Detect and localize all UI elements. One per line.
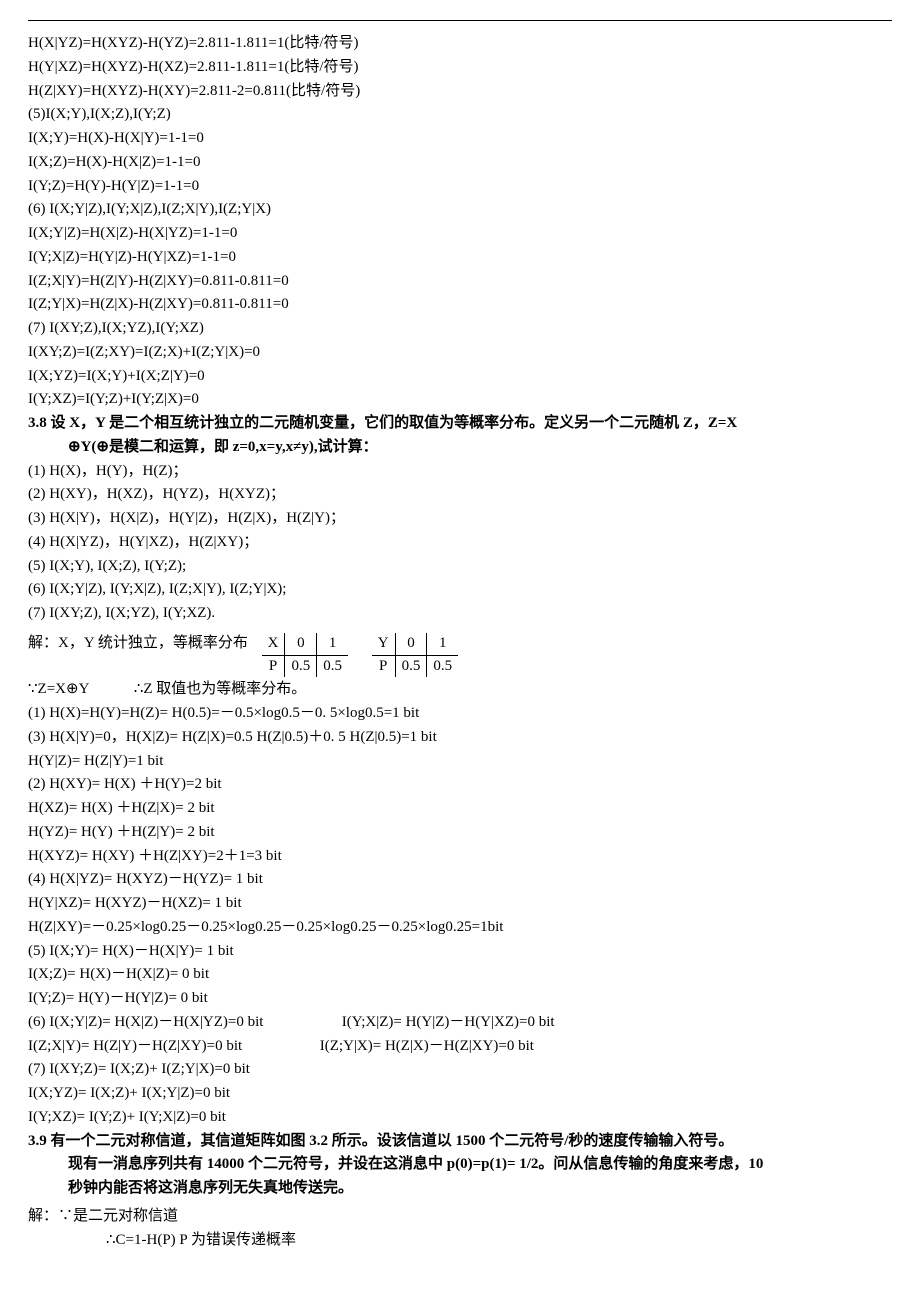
table-cell: X — [262, 633, 285, 655]
eq-line: I(Y;Z)=H(Y)-H(Y|Z)=1-1=0 — [28, 176, 892, 198]
eq-line: (6) I(X;Y|Z)= H(X|Z)－H(X|YZ)=0 bit — [28, 1012, 338, 1034]
eq-line: H(Z|XY)=H(XYZ)-H(XY)=2.811-2=0.811(比特/符号… — [28, 81, 892, 103]
eq-line: I(Z;Y|X)=H(Z|X)-H(Z|XY)=0.811-0.811=0 — [28, 294, 892, 316]
table-cell: 1 — [427, 633, 458, 655]
table-cell: 1 — [317, 633, 348, 655]
eq-line: H(YZ)= H(Y) ＋H(Z|Y)= 2 bit — [28, 822, 892, 844]
eq-line: I(Y;X|Z)= H(Y|Z)－H(Y|XZ)=0 bit — [342, 1014, 555, 1030]
solution-intro-text: 解：X，Y 统计独立，等概率分布 — [28, 635, 248, 651]
eq-line: H(X|YZ)=H(XYZ)-H(YZ)=2.811-1.811=1(比特/符号… — [28, 33, 892, 55]
eq-line: (2) H(XY)= H(X) ＋H(Y)=2 bit — [28, 774, 892, 796]
subheading: (6) I(X;Y|Z),I(Y;X|Z),I(Z;X|Y),I(Z;Y|X) — [28, 199, 892, 221]
problem-heading-3-8-cont: ⊕Y(⊕是模二和运算，即 z=0,x=y,x≠y),试计算： — [68, 437, 892, 459]
problem-heading-3-9-cont: 现有一消息序列共有 14000 个二元符号，并设在这消息中 p(0)=p(1)=… — [68, 1154, 892, 1176]
eq-line: (7) I(XY;Z)= I(X;Z)+ I(Z;Y|X)=0 bit — [28, 1059, 892, 1081]
table-cell: 0.5 — [317, 655, 348, 677]
eq-line: I(X;Y)=H(X)-H(X|Y)=1-1=0 — [28, 128, 892, 150]
solution-intro: 解：X，Y 统计独立，等概率分布 X 0 1 P 0.5 0.5 Y 0 1 P… — [28, 633, 892, 678]
prob-table-y: Y 0 1 P 0.5 0.5 — [372, 633, 458, 678]
problem-heading-3-9: 3.9 有一个二元对称信道，其信道矩阵如图 3.2 所示。设该信道以 1500 … — [28, 1131, 892, 1153]
page-top-line — [28, 20, 892, 21]
eq-line: (5) I(X;Y)= H(X)－H(X|Y)= 1 bit — [28, 941, 892, 963]
question-item: (3) H(X|Y)，H(X|Z)，H(Y|Z)，H(Z|X)，H(Z|Y)； — [28, 508, 892, 530]
table-cell: P — [262, 655, 285, 677]
table-cell: 0.5 — [395, 655, 427, 677]
problem-heading-3-8: 3.8 设 X，Y 是二个相互统计独立的二元随机变量，它们的取值为等概率分布。定… — [28, 413, 892, 435]
eq-line: H(Y|Z)= H(Z|Y)=1 bit — [28, 751, 892, 773]
table-cell: Y — [372, 633, 395, 655]
eq-line: I(Y;XZ)=I(Y;Z)+I(Y;Z|X)=0 — [28, 389, 892, 411]
eq-line-pair: I(Z;X|Y)= H(Z|Y)－H(Z|XY)=0 bit I(Z;Y|X)=… — [28, 1036, 892, 1058]
prob-table-x: X 0 1 P 0.5 0.5 — [262, 633, 348, 678]
eq-line: I(Y;X|Z)=H(Y|Z)-H(Y|XZ)=1-1=0 — [28, 247, 892, 269]
table-cell: 0.5 — [285, 655, 317, 677]
eq-line: I(X;YZ)= I(X;Z)+ I(X;Y|Z)=0 bit — [28, 1083, 892, 1105]
eq-line: I(X;Z)=H(X)-H(X|Z)=1-1=0 — [28, 152, 892, 174]
eq-line-pair: (6) I(X;Y|Z)= H(X|Z)－H(X|YZ)=0 bit I(Y;X… — [28, 1012, 892, 1034]
question-item: (2) H(XY)，H(XZ)，H(YZ)，H(XYZ)； — [28, 484, 892, 506]
eq-line: ∵Z=X⊕Y ∴Z 取值也为等概率分布。 — [28, 679, 892, 701]
eq-line: I(XY;Z)=I(Z;XY)=I(Z;X)+I(Z;Y|X)=0 — [28, 342, 892, 364]
eq-line: I(X;Y|Z)=H(X|Z)-H(X|YZ)=1-1=0 — [28, 223, 892, 245]
eq-line: I(Z;Y|X)= H(Z|X)－H(Z|XY)=0 bit — [320, 1038, 534, 1054]
problem-heading-3-9-cont: 秒钟内能否将这消息序列无失真地传送完。 — [68, 1178, 892, 1200]
eq-line: (3) H(X|Y)=0，H(X|Z)= H(Z|X)=0.5 H(Z|0.5)… — [28, 727, 892, 749]
eq-line: I(Y;XZ)= I(Y;Z)+ I(Y;X|Z)=0 bit — [28, 1107, 892, 1129]
solution-line: 解：∵是二元对称信道 — [28, 1206, 892, 1228]
eq-line: (4) H(X|YZ)= H(XYZ)－H(YZ)= 1 bit — [28, 869, 892, 891]
eq-line: H(Y|XZ)=H(XYZ)-H(XZ)=2.811-1.811=1(比特/符号… — [28, 57, 892, 79]
eq-line: (1) H(X)=H(Y)=H(Z)= H(0.5)=－0.5×log0.5－0… — [28, 703, 892, 725]
eq-line: I(X;YZ)=I(X;Y)+I(X;Z|Y)=0 — [28, 366, 892, 388]
eq-line: H(Z|XY)=－0.25×log0.25－0.25×log0.25－0.25×… — [28, 917, 892, 939]
subheading: (7) I(XY;Z),I(X;YZ),I(Y;XZ) — [28, 318, 892, 340]
table-cell: 0.5 — [427, 655, 458, 677]
question-item: (7) I(XY;Z), I(X;YZ), I(Y;XZ). — [28, 603, 892, 625]
table-cell: 0 — [285, 633, 317, 655]
table-cell: P — [372, 655, 395, 677]
eq-line: I(Z;X|Y)= H(Z|Y)－H(Z|XY)=0 bit — [28, 1036, 316, 1058]
eq-line: H(Y|XZ)= H(XYZ)－H(XZ)= 1 bit — [28, 893, 892, 915]
eq-line: I(Z;X|Y)=H(Z|Y)-H(Z|XY)=0.811-0.811=0 — [28, 271, 892, 293]
question-item: (6) I(X;Y|Z), I(Y;X|Z), I(Z;X|Y), I(Z;Y|… — [28, 579, 892, 601]
subheading: (5)I(X;Y),I(X;Z),I(Y;Z) — [28, 104, 892, 126]
question-item: (5) I(X;Y), I(X;Z), I(Y;Z); — [28, 556, 892, 578]
question-item: (1) H(X)，H(Y)，H(Z)； — [28, 461, 892, 483]
eq-line: H(XZ)= H(X) ＋H(Z|X)= 2 bit — [28, 798, 892, 820]
question-item: (4) H(X|YZ)，H(Y|XZ)，H(Z|XY)； — [28, 532, 892, 554]
eq-line: H(XYZ)= H(XY) ＋H(Z|XY)=2＋1=3 bit — [28, 846, 892, 868]
solution-line: ∴C=1-H(P) P 为错误传递概率 — [106, 1230, 892, 1252]
eq-line: I(Y;Z)= H(Y)－H(Y|Z)= 0 bit — [28, 988, 892, 1010]
table-cell: 0 — [395, 633, 427, 655]
eq-line: I(X;Z)= H(X)－H(X|Z)= 0 bit — [28, 964, 892, 986]
